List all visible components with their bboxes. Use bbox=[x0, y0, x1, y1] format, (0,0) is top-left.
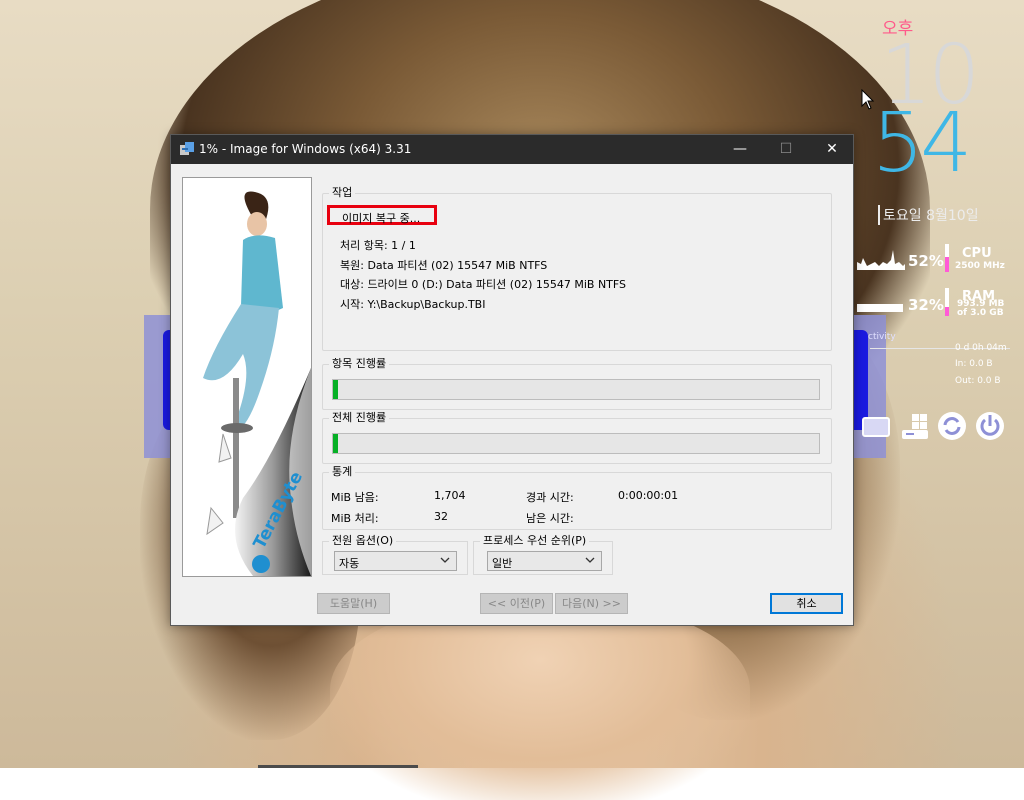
job-items: 처리 항목: 1 / 1 bbox=[340, 239, 416, 252]
priority-select[interactable]: 일반 bbox=[487, 551, 602, 571]
power-icon[interactable] bbox=[974, 410, 1006, 442]
ram-graph bbox=[857, 304, 903, 312]
device-icon[interactable] bbox=[860, 410, 892, 442]
remaining-time-label: 남은 시간: bbox=[526, 512, 574, 525]
help-button[interactable]: 도움말(H) bbox=[317, 593, 390, 614]
job-group-label: 작업 bbox=[329, 186, 356, 200]
power-options-select[interactable]: 자동 bbox=[334, 551, 457, 571]
network-in: In: 0.0 B bbox=[955, 359, 993, 369]
ram-percent: 32% bbox=[908, 296, 944, 314]
elapsed-time-value: 0:00:00:01 bbox=[618, 489, 679, 502]
total-progress-bar bbox=[332, 433, 820, 454]
prev-button[interactable]: << 이전(P) bbox=[480, 593, 553, 614]
minimize-button[interactable]: — bbox=[717, 135, 763, 164]
clock-date: 토요일 8월10일 bbox=[878, 205, 979, 225]
power-options-label: 전원 옵션(O) bbox=[329, 534, 397, 548]
clock-minute: 54 bbox=[872, 96, 972, 191]
total-progress-group: 전체 진행률 bbox=[322, 411, 832, 464]
mib-remaining-label: MiB 남음: bbox=[331, 491, 379, 504]
job-source: 복원: Data 파티션 (02) 15547 MiB NTFS bbox=[340, 259, 548, 272]
cpu-label: CPU bbox=[962, 246, 992, 261]
mib-processed-value: 32 bbox=[434, 510, 448, 523]
terabyte-banner: TeraByte bbox=[182, 177, 312, 577]
total-progress-fill bbox=[333, 434, 338, 453]
ram-total: of 3.0 GB bbox=[957, 308, 1004, 318]
stats-label: 통계 bbox=[329, 465, 356, 479]
mib-processed-label: MiB 처리: bbox=[331, 512, 379, 525]
priority-group: 프로세스 우선 순위(P) 일반 bbox=[473, 534, 613, 575]
drive-icon[interactable] bbox=[898, 410, 930, 442]
ram-usage-bar bbox=[945, 288, 949, 316]
stats-group: 통계 MiB 남음: 1,704 경과 시간: 0:00:00:01 MiB 처… bbox=[322, 465, 832, 530]
cpu-usage-bar bbox=[945, 244, 949, 272]
job-target: 대상: 드라이브 0 (D:) Data 파티션 (02) 15547 MiB … bbox=[340, 278, 627, 291]
cancel-button[interactable]: 취소 bbox=[770, 593, 843, 614]
cpu-speed: 2500 MHz bbox=[955, 261, 1005, 271]
title-bar[interactable]: 1% - Image for Windows (x64) 3.31 — ☐ ✕ bbox=[171, 135, 853, 164]
network-title: ctivity bbox=[868, 332, 896, 342]
item-progress-bar bbox=[332, 379, 820, 400]
priority-value: 일반 bbox=[492, 557, 513, 570]
mouse-cursor-icon bbox=[861, 89, 875, 110]
elapsed-time-label: 경과 시간: bbox=[526, 491, 574, 504]
priority-label: 프로세스 우선 순위(P) bbox=[480, 534, 590, 548]
restart-icon[interactable] bbox=[936, 410, 968, 442]
job-group: 작업 이미지 복구 중... 처리 항목: 1 / 1 복원: Data 파티션… bbox=[322, 186, 832, 351]
chevron-down-icon bbox=[585, 557, 595, 563]
wallpaper-shoulders bbox=[330, 600, 750, 800]
job-start: 시작: Y:\Backup\Backup.TBI bbox=[340, 298, 486, 311]
power-options-value: 자동 bbox=[339, 557, 360, 570]
image-for-windows-dialog: 1% - Image for Windows (x64) 3.31 — ☐ ✕ bbox=[170, 134, 854, 626]
item-progress-label: 항목 진행률 bbox=[329, 357, 390, 371]
mib-remaining-value: 1,704 bbox=[434, 489, 466, 502]
network-out: Out: 0.0 B bbox=[955, 376, 1001, 386]
maximize-button[interactable]: ☐ bbox=[763, 135, 809, 164]
power-options-group: 전원 옵션(O) 자동 bbox=[322, 534, 468, 575]
total-progress-label: 전체 진행률 bbox=[329, 411, 390, 425]
network-uptime: 0 d 0h 04m bbox=[955, 343, 1007, 353]
item-progress-group: 항목 진행률 bbox=[322, 357, 832, 410]
cpu-graph bbox=[857, 250, 905, 270]
banner-illustration: TeraByte bbox=[183, 178, 311, 576]
job-status: 이미지 복구 중... bbox=[327, 205, 437, 225]
ram-usage-text: 993.9 MB of 3.0 GB bbox=[957, 300, 1004, 318]
close-button[interactable]: ✕ bbox=[809, 135, 855, 164]
chevron-down-icon bbox=[440, 557, 450, 563]
window-title: 1% - Image for Windows (x64) 3.31 bbox=[199, 142, 412, 156]
cpu-percent: 52% bbox=[908, 252, 944, 270]
next-button[interactable]: 다음(N) >> bbox=[555, 593, 628, 614]
app-icon bbox=[180, 142, 194, 155]
item-progress-fill bbox=[333, 380, 338, 399]
